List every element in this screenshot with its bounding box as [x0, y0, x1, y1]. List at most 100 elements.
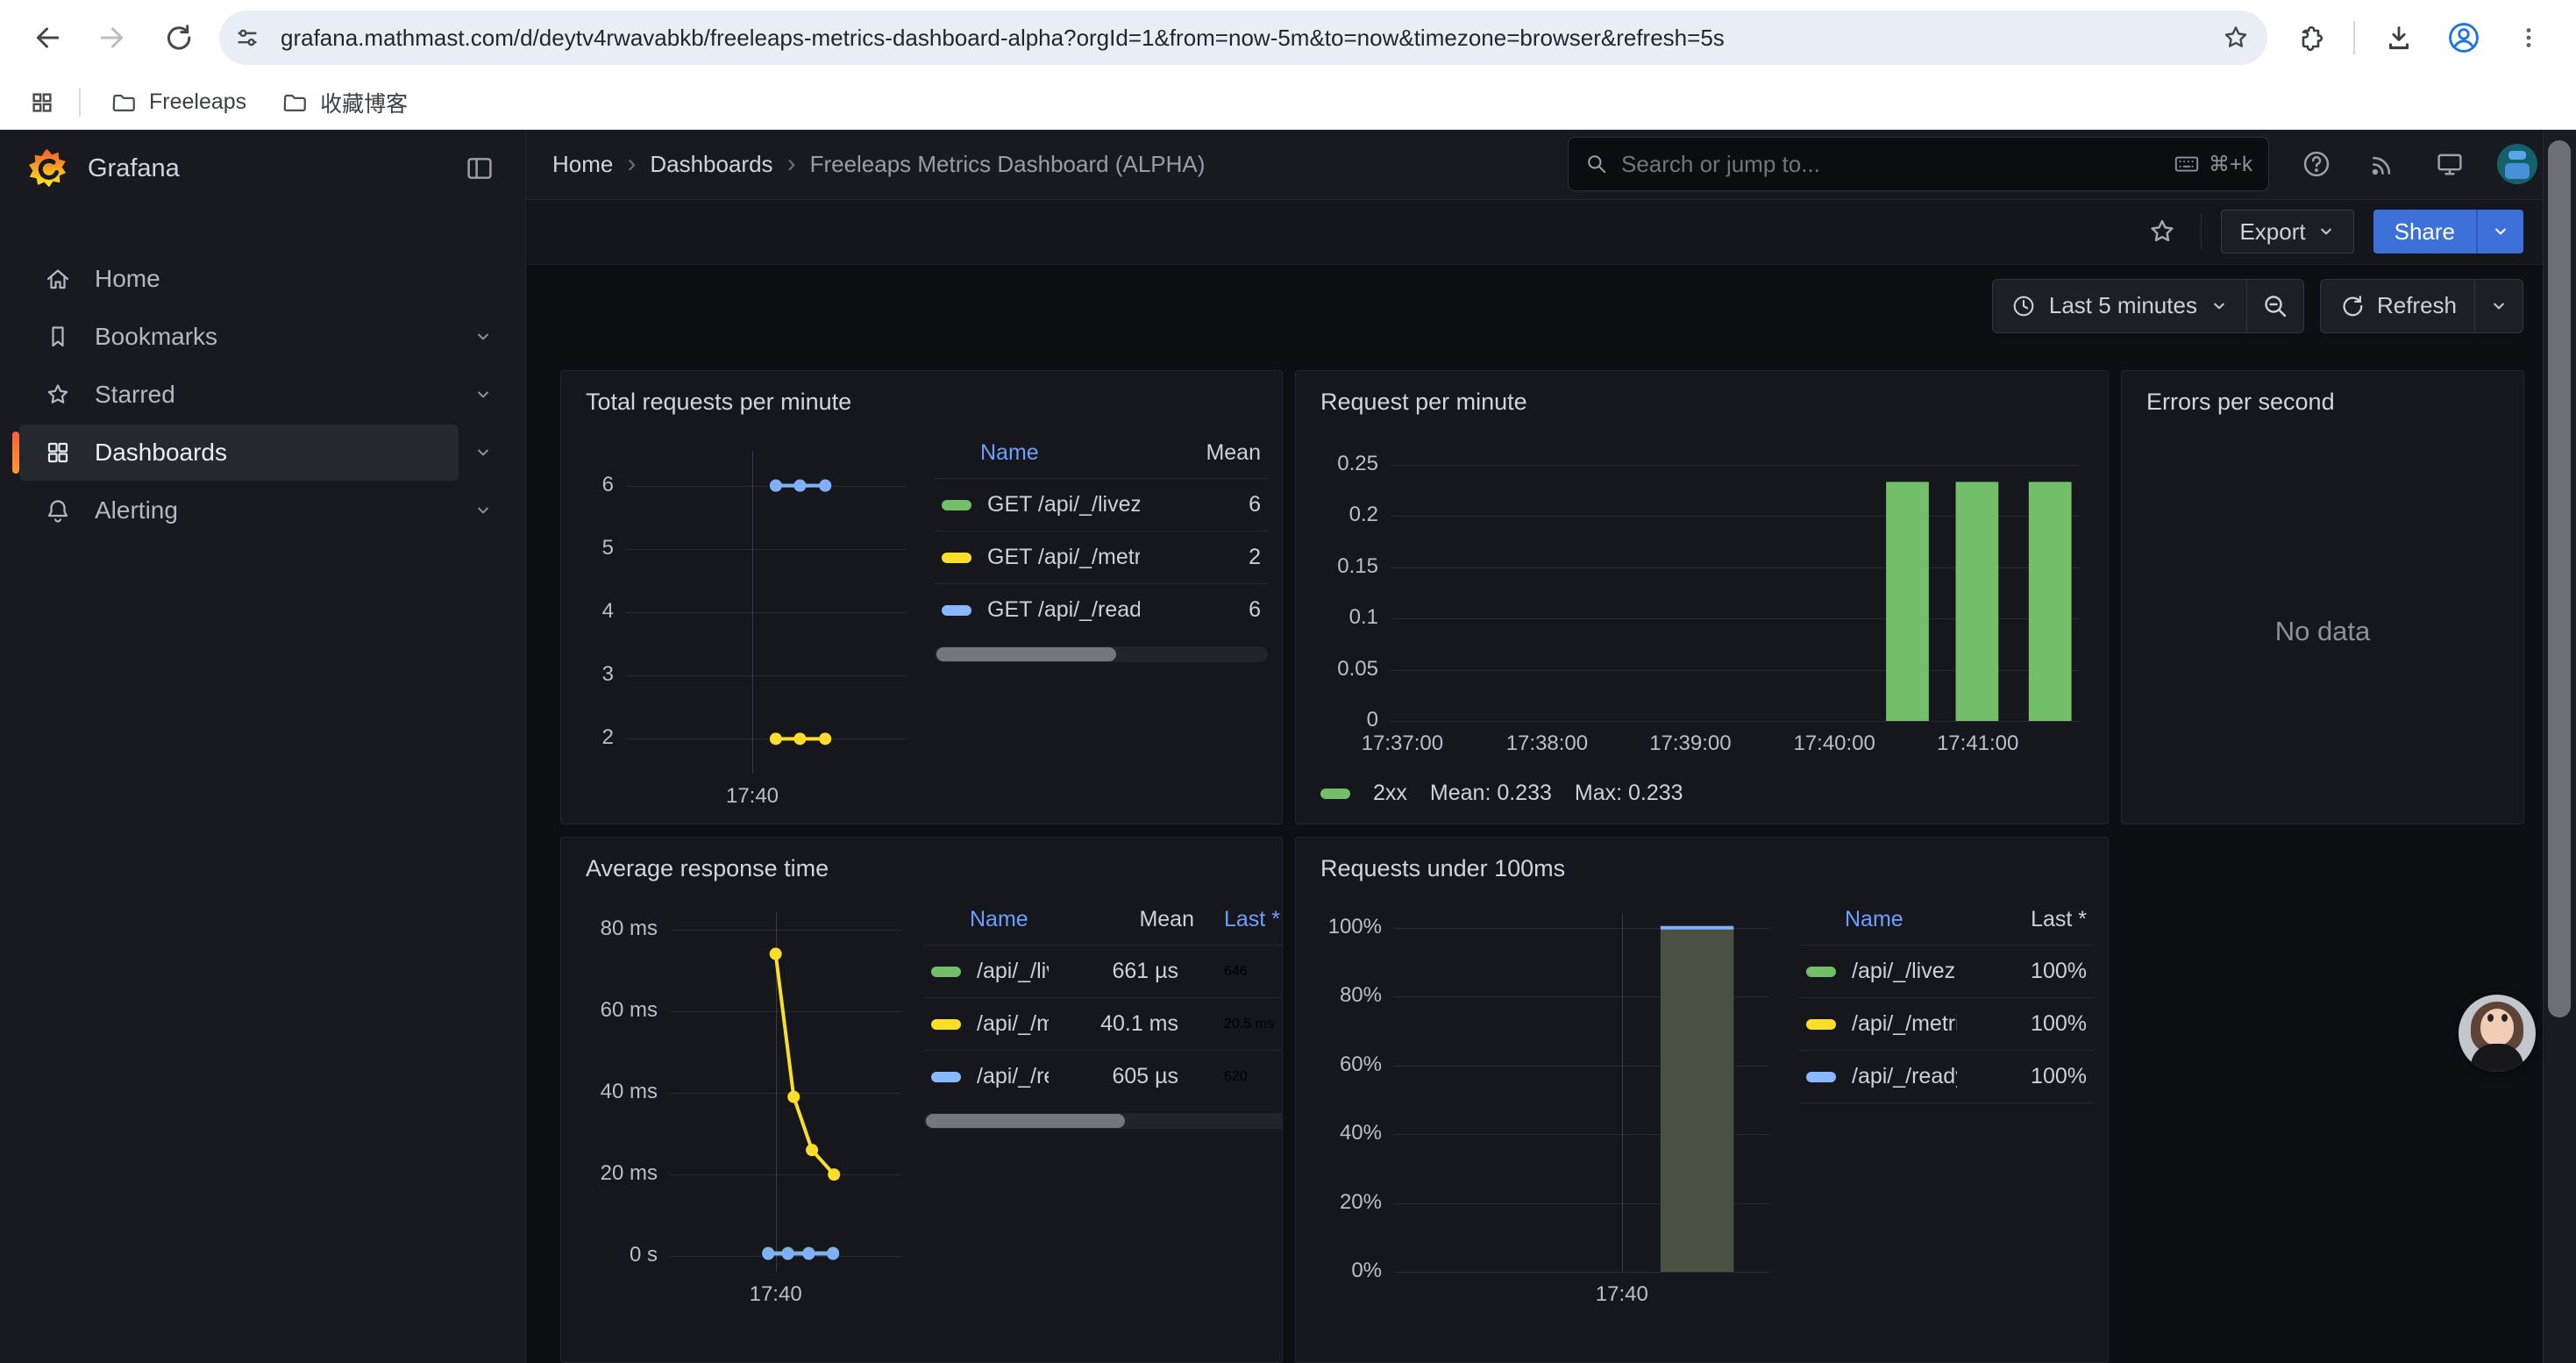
profile-icon[interactable]: [2436, 10, 2492, 66]
legend-row[interactable]: /api/_/readyz 605 µs 620: [924, 1050, 1283, 1103]
news-rss-icon[interactable]: [2364, 145, 2402, 183]
forward-icon[interactable]: [84, 10, 140, 66]
area-chart[interactable]: 100%80%60%40%20%0%17:40: [1310, 888, 1783, 1326]
favorite-star-icon[interactable]: [2143, 212, 2181, 251]
panel-title[interactable]: Errors per second: [2136, 383, 2345, 421]
url-bar[interactable]: grafana.mathmast.com/d/deytv4rwavabkb/fr…: [219, 11, 2267, 65]
legend-row[interactable]: /api/_/livez 661 µs 646: [924, 945, 1283, 997]
help-icon[interactable]: [2297, 145, 2336, 183]
sidebar-item-starred[interactable]: Starred: [12, 367, 508, 423]
site-settings-icon[interactable]: [226, 17, 268, 59]
grafana-logo[interactable]: [26, 147, 68, 189]
share-label[interactable]: Share: [2373, 210, 2476, 253]
chart-series-svg: [1310, 421, 2096, 775]
chevron-down-icon[interactable]: [459, 499, 508, 522]
series-name[interactable]: /api/_/livez: [1852, 959, 1957, 984]
legend-col-last[interactable]: Last *: [1194, 907, 1283, 932]
chevron-down-icon[interactable]: [459, 383, 508, 406]
sidebar-item-alerting[interactable]: Alerting: [12, 482, 508, 539]
home-icon: [44, 265, 72, 293]
export-button[interactable]: Export: [2221, 210, 2353, 253]
legend-row[interactable]: GET /api/_/metrics 2: [935, 531, 1268, 583]
legend-table: Name Mean Last * /api/_/livez 661 µs 646: [924, 905, 1283, 1326]
share-button[interactable]: Share: [2373, 210, 2523, 253]
series-name[interactable]: /api/_/readyz: [1852, 1064, 1957, 1089]
legend-hscrollbar[interactable]: [935, 646, 1268, 662]
panel-title[interactable]: Requests under 100ms: [1310, 850, 1576, 888]
series-name[interactable]: /api/_/readyz: [977, 1064, 1049, 1089]
legend-col-mean[interactable]: Mean: [1080, 907, 1194, 932]
floating-assistant-avatar[interactable]: [2459, 995, 2536, 1072]
share-menu-chevron[interactable]: [2476, 210, 2523, 253]
series-name[interactable]: GET /api/_/livez: [987, 492, 1140, 517]
legend-col-name[interactable]: Name: [1845, 907, 1973, 932]
legend-header: Name Mean: [935, 439, 1268, 478]
search-shortcut: ⌘+k: [2174, 151, 2252, 177]
grafana-header: Home › Dashboards › Freeleaps Metrics Da…: [526, 130, 2576, 200]
legend-row[interactable]: /api/_/readyz 100%: [1799, 1050, 2094, 1103]
series-mean: 40.1 ms: [1064, 1011, 1178, 1037]
chevron-down-icon[interactable]: [459, 441, 508, 464]
series-name[interactable]: GET /api/_/readyz: [987, 597, 1140, 623]
bookmark-folder-blogs[interactable]: 收藏博客: [267, 80, 422, 125]
series-name[interactable]: 2xx: [1373, 781, 1407, 806]
panel-title[interactable]: Total requests per minute: [575, 383, 862, 421]
series-name[interactable]: /api/_/livez: [977, 959, 1049, 984]
timeseries-chart[interactable]: 80 ms60 ms40 ms20 ms0 s17:40: [575, 888, 908, 1326]
legend-row[interactable]: GET /api/_/readyz 6: [935, 583, 1268, 636]
chevron-down-icon[interactable]: [459, 325, 508, 348]
legend-row[interactable]: GET /api/_/livez 6: [935, 478, 1268, 531]
panel-avg-response-time: Average response time 80 ms60 ms40 ms20 …: [560, 837, 1283, 1363]
browser-menu-icon[interactable]: [2501, 10, 2557, 66]
sidebar-item-home[interactable]: Home: [12, 251, 508, 307]
legend-row[interactable]: /api/_/livez 100%: [1799, 945, 2094, 997]
time-range-label: Last 5 minutes: [2049, 292, 2197, 319]
timeseries-chart[interactable]: 6543217:40: [575, 421, 919, 824]
bookmark-folder-freeleaps[interactable]: Freeleaps: [96, 82, 260, 123]
apps-grid-icon[interactable]: [21, 82, 63, 124]
series-last: 20.5 ms: [1194, 1017, 1283, 1032]
legend-row[interactable]: /api/_/metrics 40.1 ms 20.5 ms: [924, 997, 1283, 1050]
sidebar-item-label: Home: [95, 265, 160, 293]
series-name[interactable]: /api/_/metrics: [977, 1011, 1049, 1037]
sidebar-item-bookmarks[interactable]: Bookmarks: [12, 309, 508, 365]
legend-col-mean[interactable]: Mean: [1156, 440, 1261, 466]
url-text[interactable]: grafana.mathmast.com/d/deytv4rwavabkb/fr…: [281, 25, 2215, 52]
page-scrollbar[interactable]: [2543, 130, 2576, 1363]
reload-icon[interactable]: [149, 10, 205, 66]
legend-inline[interactable]: 2xx Mean: 0.233 Max: 0.233: [1310, 781, 2094, 806]
search-box[interactable]: ⌘+k: [1568, 137, 2269, 191]
series-name[interactable]: GET /api/_/metrics: [987, 545, 1140, 570]
bar-chart[interactable]: 0.250.20.150.10.05017:37:0017:38:0017:39…: [1310, 421, 2096, 775]
breadcrumb-home[interactable]: Home: [552, 151, 613, 178]
legend-hscrollbar[interactable]: [924, 1113, 1283, 1129]
user-avatar[interactable]: [2497, 144, 2537, 184]
breadcrumb-dashboards[interactable]: Dashboards: [650, 151, 772, 178]
brand-name[interactable]: Grafana: [88, 154, 180, 183]
extensions-icon[interactable]: [2281, 10, 2338, 66]
downloads-icon[interactable]: [2371, 10, 2427, 66]
search-input[interactable]: [1621, 151, 2161, 178]
series-mean: 661 µs: [1064, 959, 1178, 984]
star-icon: [44, 381, 72, 409]
refresh-interval-chevron[interactable]: [2475, 280, 2523, 332]
dock-menu-icon[interactable]: [460, 149, 499, 188]
bookmark-star-icon[interactable]: [2215, 17, 2257, 59]
folder-icon: [281, 89, 308, 116]
refresh-button[interactable]: Refresh: [2321, 280, 2474, 332]
panel-title[interactable]: Average response time: [575, 850, 839, 888]
sidebar-item-label: Starred: [95, 381, 175, 409]
zoom-out-button[interactable]: [2247, 280, 2303, 332]
legend-col-name[interactable]: Name: [970, 907, 1080, 932]
page-scrollbar-thumb[interactable]: [2548, 140, 2571, 1017]
panel-title[interactable]: Request per minute: [1310, 383, 1538, 421]
back-icon[interactable]: [19, 10, 75, 66]
kiosk-monitor-icon[interactable]: [2430, 145, 2469, 183]
legend-row[interactable]: /api/_/metrics 100%: [1799, 997, 2094, 1050]
series-name[interactable]: /api/_/metrics: [1852, 1011, 1957, 1037]
legend-col-name[interactable]: Name: [980, 440, 1156, 466]
legend-col-last[interactable]: Last *: [1973, 907, 2087, 932]
time-range-button[interactable]: Last 5 minutes: [1993, 280, 2246, 332]
sidebar-item-dashboards[interactable]: Dashboards: [12, 425, 508, 481]
refresh-label: Refresh: [2377, 292, 2457, 319]
